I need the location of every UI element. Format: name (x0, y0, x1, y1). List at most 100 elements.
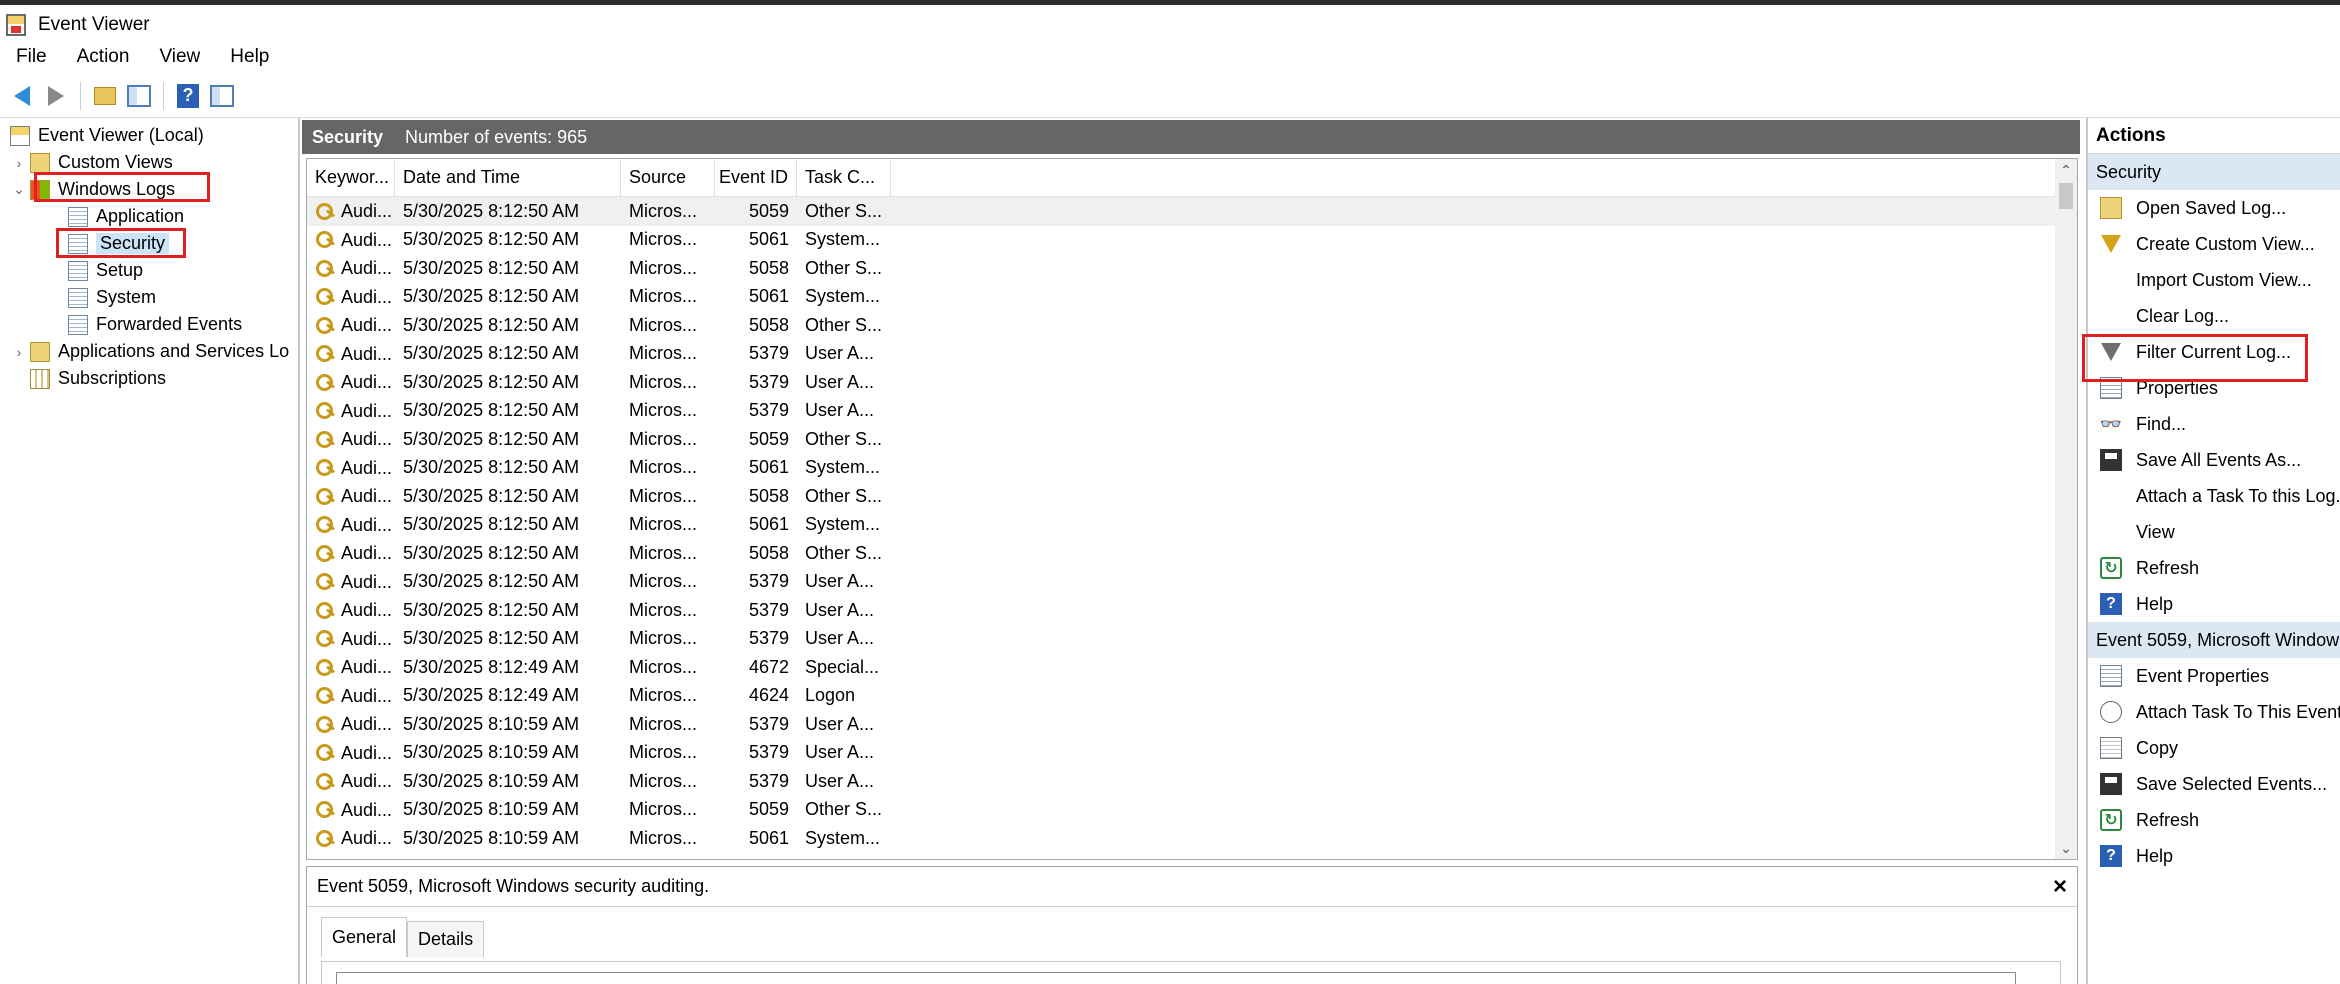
table-row[interactable]: Audi... 5/30/2025 8:12:50 AM Micros... 5061… (307, 511, 2077, 540)
action-attach-task-log[interactable]: Attach a Task To this Log... (2088, 478, 2340, 514)
show-hide-tree-button[interactable] (125, 82, 153, 110)
table-row[interactable]: Audi... 5/30/2025 8:12:50 AM Micros... 5058… (307, 311, 2077, 340)
action-help[interactable]: ? Help (2088, 586, 2340, 622)
tree-item-application[interactable]: Application (0, 203, 298, 230)
cell-task-category: User A... (805, 713, 875, 734)
table-row[interactable]: Audi... 5/30/2025 8:12:50 AM Micros... 5379… (307, 397, 2077, 426)
forward-button[interactable] (42, 82, 70, 110)
cell-source: Micros... (629, 799, 698, 820)
show-hide-action-pane-button[interactable] (208, 82, 236, 110)
keyword-text: Audi... (341, 685, 393, 706)
action-help-event[interactable]: ? Help (2088, 838, 2340, 874)
grid-vertical-scrollbar[interactable]: ⌃ ⌄ (2055, 159, 2077, 859)
table-row[interactable]: Audi... 5/30/2025 8:12:50 AM Micros... 5059… (307, 425, 2077, 454)
menu-file[interactable]: File (16, 46, 47, 68)
action-open-saved-log[interactable]: Open Saved Log... (2088, 190, 2340, 226)
action-refresh[interactable]: ↻ Refresh (2088, 550, 2340, 586)
action-event-properties[interactable]: Event Properties (2088, 658, 2340, 694)
cell-source: Micros... (629, 286, 698, 307)
action-copy[interactable]: Copy (2088, 730, 2340, 766)
table-row[interactable]: Audi... 5/30/2025 8:12:49 AM Micros... 4624… (307, 682, 2077, 711)
action-view[interactable]: View (2088, 514, 2340, 550)
cell-date-time: 5/30/2025 8:12:50 AM (403, 286, 580, 307)
menu-view[interactable]: View (159, 46, 200, 68)
cell-event-id: 5058 (748, 485, 789, 506)
cell-source: Micros... (629, 371, 698, 392)
tree-item-applications-and-services[interactable]: › Applications and Services Lo (0, 338, 298, 365)
cell-task-category: System... (805, 457, 881, 478)
keyword-text: Audi... (341, 828, 393, 849)
log-name: Security (312, 126, 384, 147)
action-save-selected-events[interactable]: Save Selected Events... (2088, 766, 2340, 802)
action-label: Refresh (2136, 557, 2200, 578)
action-refresh-event[interactable]: ↻ Refresh (2088, 802, 2340, 838)
scroll-thumb[interactable] (2059, 183, 2073, 209)
action-attach-task-event[interactable]: Attach Task To This Event... (2088, 694, 2340, 730)
table-row[interactable]: Audi... 5/30/2025 8:10:59 AM Micros... 5379… (307, 767, 2077, 796)
action-find[interactable]: 👓 Find... (2088, 406, 2340, 442)
actions-section-event[interactable]: Event 5059, Microsoft Windows (2088, 622, 2340, 658)
table-row[interactable]: Audi... 5/30/2025 8:12:50 AM Micros... 5061… (307, 226, 2077, 255)
actions-section-security[interactable]: Security (2088, 154, 2340, 190)
column-header-task-category[interactable]: Task C... (797, 159, 891, 197)
cell-event-id: 5059 (748, 428, 789, 449)
scroll-down-icon[interactable]: ⌄ (2055, 837, 2077, 859)
tree-item-forwarded-events[interactable]: Forwarded Events (0, 311, 298, 338)
cell-source: Micros... (629, 656, 698, 677)
table-row[interactable]: Audi... 5/30/2025 8:10:59 AM Micros... 5061… (307, 824, 2077, 853)
tab-details[interactable]: Details (407, 921, 485, 957)
table-row[interactable]: Audi... 5/30/2025 8:10:59 AM Micros... 5379… (307, 739, 2077, 768)
tree-item-root[interactable]: Event Viewer (Local) (0, 122, 298, 149)
action-clear-log[interactable]: Clear Log... (2088, 298, 2340, 334)
key-icon (315, 487, 335, 507)
help-button[interactable]: ? (174, 82, 202, 110)
cell-date-time: 5/30/2025 8:12:50 AM (403, 428, 580, 449)
column-header-keywords[interactable]: Keywor... (307, 159, 395, 197)
tree-item-system[interactable]: System (0, 284, 298, 311)
table-row[interactable]: Audi... 5/30/2025 8:12:50 AM Micros... 5058… (307, 539, 2077, 568)
table-row[interactable]: Audi... 5/30/2025 8:12:50 AM Micros... 5061… (307, 283, 2077, 312)
chevron-right-icon[interactable]: › (12, 155, 26, 171)
cell-date-time: 5/30/2025 8:12:50 AM (403, 599, 580, 620)
table-row[interactable]: Audi... 5/30/2025 8:12:50 AM Micros... 5058… (307, 482, 2077, 511)
table-row[interactable]: Audi... 5/30/2025 8:12:50 AM Micros... 5059… (307, 197, 2077, 226)
table-row[interactable]: Audi... 5/30/2025 8:12:50 AM Micros... 5379… (307, 568, 2077, 597)
column-header-date-time[interactable]: Date and Time (395, 159, 621, 197)
menu-action[interactable]: Action (77, 46, 130, 68)
close-icon[interactable]: × (2053, 873, 2067, 901)
cell-task-category: User A... (805, 742, 875, 763)
tree-item-subscriptions[interactable]: Subscriptions (0, 365, 298, 392)
grid-body: Audi... 5/30/2025 8:12:50 AM Micros... 5059… (307, 197, 2077, 853)
table-row[interactable]: Audi... 5/30/2025 8:12:50 AM Micros... 5379… (307, 340, 2077, 369)
column-header-event-id[interactable]: Event ID (715, 159, 797, 197)
tree-item-setup[interactable]: Setup (0, 257, 298, 284)
keyword-text: Audi... (341, 600, 393, 621)
table-row[interactable]: Audi... 5/30/2025 8:12:50 AM Micros... 5058… (307, 254, 2077, 283)
scroll-up-icon[interactable]: ⌃ (2055, 159, 2077, 181)
general-text-box[interactable] (336, 972, 2016, 984)
folder-icon (30, 152, 50, 173)
up-folder-button[interactable] (91, 82, 119, 110)
action-import-custom-view[interactable]: Import Custom View... (2088, 262, 2340, 298)
action-label: Help (2136, 593, 2174, 614)
table-row[interactable]: Audi... 5/30/2025 8:12:50 AM Micros... 5061… (307, 454, 2077, 483)
action-save-all-events[interactable]: Save All Events As... (2088, 442, 2340, 478)
table-row[interactable]: Audi... 5/30/2025 8:12:49 AM Micros... 4672… (307, 653, 2077, 682)
chevron-down-icon[interactable]: ⌄ (12, 181, 26, 198)
log-icon (68, 287, 88, 308)
cell-event-id: 5379 (748, 713, 789, 734)
tree-label: System (96, 287, 157, 307)
table-row[interactable]: Audi... 5/30/2025 8:12:50 AM Micros... 5379… (307, 596, 2077, 625)
tab-general[interactable]: General (321, 917, 408, 957)
action-create-custom-view[interactable]: Create Custom View... (2088, 226, 2340, 262)
table-row[interactable]: Audi... 5/30/2025 8:10:59 AM Micros... 5379… (307, 710, 2077, 739)
table-row[interactable]: Audi... 5/30/2025 8:10:59 AM Micros... 5059… (307, 796, 2077, 825)
table-row[interactable]: Audi... 5/30/2025 8:12:50 AM Micros... 5379… (307, 625, 2077, 654)
column-header-source[interactable]: Source (621, 159, 715, 197)
menu-help[interactable]: Help (230, 46, 269, 68)
chevron-right-icon[interactable]: › (12, 344, 26, 360)
back-button[interactable] (8, 82, 36, 110)
table-row[interactable]: Audi... 5/30/2025 8:12:50 AM Micros... 5379… (307, 368, 2077, 397)
cell-event-id: 5379 (748, 599, 789, 620)
action-pane-icon (210, 84, 234, 107)
